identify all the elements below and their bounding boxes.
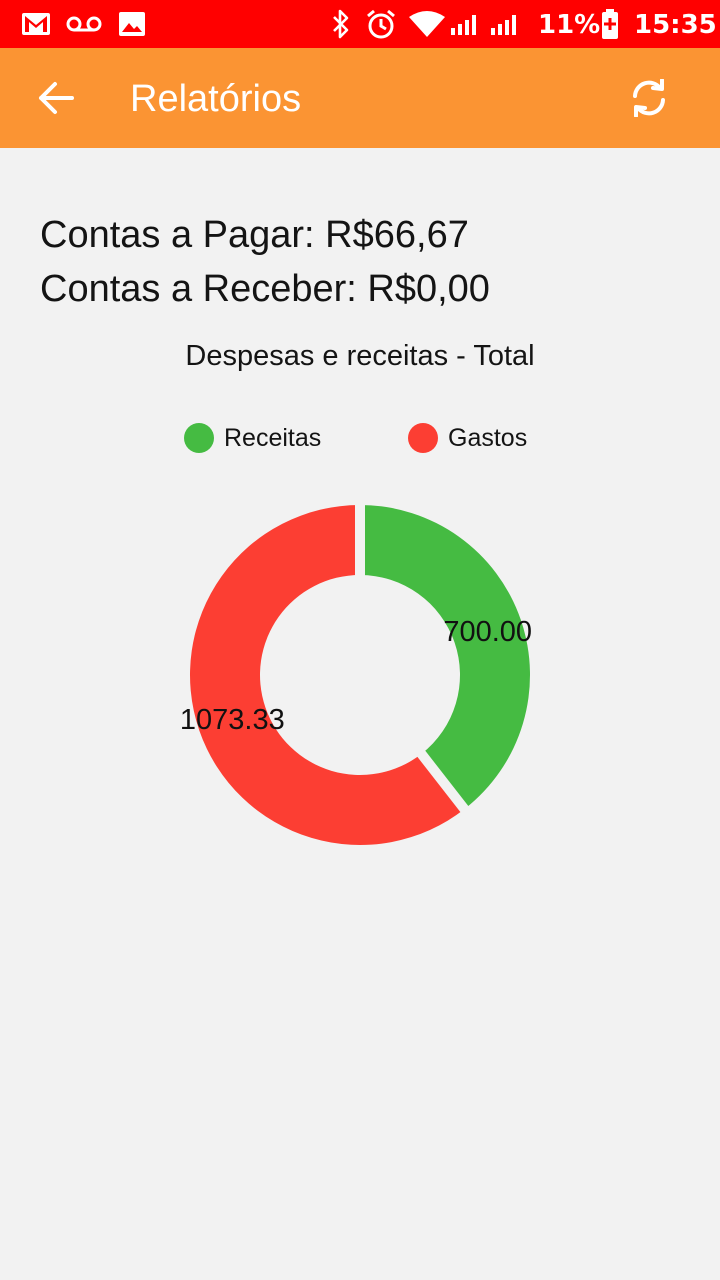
chart-title: Despesas e receitas - Total (185, 340, 535, 372)
back-button[interactable] (24, 66, 88, 130)
slice-label-gastos: 1073.33 (180, 704, 285, 736)
donut-chart: 700.00 1073.33 (0, 490, 720, 860)
contas-pagar-text: Contas a Pagar: R$66,67 (40, 214, 469, 256)
battery-percent: 11% (538, 10, 601, 40)
legend-dot-receitas (184, 423, 214, 453)
signal-icon (450, 0, 480, 48)
refresh-icon (629, 79, 669, 117)
slice-receitas[interactable] (360, 505, 531, 810)
legend-label-receitas: Receitas (224, 423, 322, 452)
battery-charging-icon (600, 0, 620, 48)
legend-item-gastos: Gastos (408, 418, 527, 458)
voicemail-icon (66, 0, 102, 48)
alarm-icon (364, 0, 398, 48)
contas-receber-text: Contas a Receber: R$0,00 (40, 268, 490, 310)
refresh-button[interactable] (616, 66, 682, 130)
clock: 15:35 (634, 10, 717, 40)
bluetooth-icon (330, 0, 352, 48)
legend-item-receitas: Receitas (184, 418, 321, 458)
gmail-icon (20, 0, 52, 48)
page-title: Relatórios (130, 78, 302, 120)
gallery-icon (118, 0, 146, 48)
slice-label-receitas: 700.00 (443, 616, 532, 648)
arrow-back-icon (38, 81, 74, 115)
status-bar: 11% 15:35 (0, 0, 720, 48)
signal-icon (490, 0, 520, 48)
wifi-icon (408, 0, 446, 48)
donut-svg: 700.00 1073.33 (180, 503, 532, 845)
app-bar: Relatórios (0, 48, 720, 148)
legend-dot-gastos (408, 423, 438, 453)
legend-label-gastos: Gastos (448, 423, 528, 452)
